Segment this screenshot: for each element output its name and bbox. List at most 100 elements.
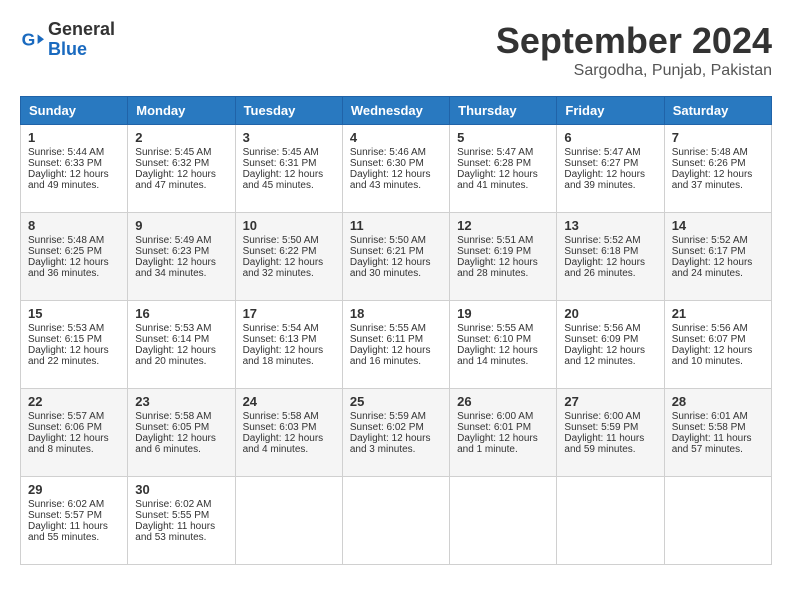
- calendar-cell: [342, 477, 449, 565]
- day-number: 23: [135, 394, 227, 409]
- day-number: 25: [350, 394, 442, 409]
- daylight-label: Daylight: 12 hours and 4 minutes.: [243, 433, 324, 455]
- sunset-text: Sunset: 6:01 PM: [457, 422, 531, 433]
- day-number: 21: [672, 306, 764, 321]
- calendar-cell: 2Sunrise: 5:45 AMSunset: 6:32 PMDaylight…: [128, 125, 235, 213]
- sunset-text: Sunset: 6:14 PM: [135, 334, 209, 345]
- daylight-label: Daylight: 12 hours and 36 minutes.: [28, 257, 109, 279]
- col-wednesday: Wednesday: [342, 97, 449, 125]
- calendar-row: 22Sunrise: 5:57 AMSunset: 6:06 PMDayligh…: [21, 389, 772, 477]
- daylight-label: Daylight: 12 hours and 43 minutes.: [350, 169, 431, 191]
- calendar-cell: 15Sunrise: 5:53 AMSunset: 6:15 PMDayligh…: [21, 301, 128, 389]
- day-number: 6: [564, 130, 656, 145]
- sunset-text: Sunset: 6:18 PM: [564, 246, 638, 257]
- daylight-label: Daylight: 12 hours and 22 minutes.: [28, 345, 109, 367]
- day-number: 29: [28, 482, 120, 497]
- logo: G General Blue: [20, 20, 115, 60]
- daylight-label: Daylight: 12 hours and 47 minutes.: [135, 169, 216, 191]
- calendar-cell: [664, 477, 771, 565]
- daylight-label: Daylight: 12 hours and 26 minutes.: [564, 257, 645, 279]
- calendar-cell: 9 Sunrise: 5:49 AMSunset: 6:23 PMDaylight…: [128, 213, 235, 301]
- logo-line2: Blue: [48, 40, 115, 60]
- day-number: 10: [243, 218, 335, 233]
- day-number: 7: [672, 130, 764, 145]
- sunrise-text: Sunrise: 5:46 AM: [350, 147, 426, 158]
- calendar-cell: 23Sunrise: 5:58 AMSunset: 6:05 PMDayligh…: [128, 389, 235, 477]
- sunrise-text: Sunrise: 5:52 AM: [672, 235, 748, 246]
- day-number: 28: [672, 394, 764, 409]
- day-number: 9: [135, 218, 227, 233]
- daylight-label: Daylight: 12 hours and 8 minutes.: [28, 433, 109, 455]
- day-number: 26: [457, 394, 549, 409]
- sunset-text: Sunset: 6:23 PM: [135, 246, 209, 257]
- daylight-label: Daylight: 12 hours and 18 minutes.: [243, 345, 324, 367]
- sunrise-text: Sunrise: 5:51 AM: [457, 235, 533, 246]
- sunset-text: Sunset: 6:03 PM: [243, 422, 317, 433]
- day-number: 13: [564, 218, 656, 233]
- col-friday: Friday: [557, 97, 664, 125]
- daylight-label: Daylight: 11 hours and 59 minutes.: [564, 433, 644, 455]
- sunrise-text: Sunrise: 5:56 AM: [564, 323, 640, 334]
- sunset-text: Sunset: 6:10 PM: [457, 334, 531, 345]
- svg-text:G: G: [22, 29, 36, 49]
- daylight-label: Daylight: 12 hours and 16 minutes.: [350, 345, 431, 367]
- day-number: 15: [28, 306, 120, 321]
- calendar-cell: 6Sunrise: 5:47 AMSunset: 6:27 PMDaylight…: [557, 125, 664, 213]
- daylight-label: Daylight: 12 hours and 6 minutes.: [135, 433, 216, 455]
- calendar-cell: 25Sunrise: 5:59 AMSunset: 6:02 PMDayligh…: [342, 389, 449, 477]
- calendar-cell: 12Sunrise: 5:51 AMSunset: 6:19 PMDayligh…: [450, 213, 557, 301]
- daylight-label: Daylight: 12 hours and 39 minutes.: [564, 169, 645, 191]
- col-thursday: Thursday: [450, 97, 557, 125]
- sunset-text: Sunset: 6:33 PM: [28, 158, 102, 169]
- calendar-cell: 1Sunrise: 5:44 AMSunset: 6:33 PMDaylight…: [21, 125, 128, 213]
- sunrise-text: Sunrise: 5:50 AM: [243, 235, 319, 246]
- daylight-label: Daylight: 12 hours and 14 minutes.: [457, 345, 538, 367]
- sunrise-text: Sunrise: 6:00 AM: [564, 411, 640, 422]
- day-number: 24: [243, 394, 335, 409]
- sunset-text: Sunset: 6:02 PM: [350, 422, 424, 433]
- calendar-cell: 17Sunrise: 5:54 AMSunset: 6:13 PMDayligh…: [235, 301, 342, 389]
- calendar-cell: 5Sunrise: 5:47 AMSunset: 6:28 PMDaylight…: [450, 125, 557, 213]
- location-title: Sargodha, Punjab, Pakistan: [496, 62, 772, 80]
- calendar-cell: 26Sunrise: 6:00 AMSunset: 6:01 PMDayligh…: [450, 389, 557, 477]
- sunset-text: Sunset: 6:13 PM: [243, 334, 317, 345]
- calendar-row: 15Sunrise: 5:53 AMSunset: 6:15 PMDayligh…: [21, 301, 772, 389]
- day-number: 19: [457, 306, 549, 321]
- sunrise-text: Sunrise: 5:49 AM: [135, 235, 211, 246]
- day-number: 20: [564, 306, 656, 321]
- calendar-cell: 10Sunrise: 5:50 AMSunset: 6:22 PMDayligh…: [235, 213, 342, 301]
- daylight-label: Daylight: 12 hours and 28 minutes.: [457, 257, 538, 279]
- daylight-label: Daylight: 11 hours and 57 minutes.: [672, 433, 752, 455]
- sunrise-text: Sunrise: 5:56 AM: [672, 323, 748, 334]
- sunrise-text: Sunrise: 5:47 AM: [457, 147, 533, 158]
- calendar-cell: 24Sunrise: 5:58 AMSunset: 6:03 PMDayligh…: [235, 389, 342, 477]
- calendar-cell: 29Sunrise: 6:02 AMSunset: 5:57 PMDayligh…: [21, 477, 128, 565]
- month-title: September 2024: [496, 20, 772, 62]
- sunset-text: Sunset: 5:59 PM: [564, 422, 638, 433]
- day-number: 8: [28, 218, 120, 233]
- sunrise-text: Sunrise: 5:58 AM: [135, 411, 211, 422]
- calendar-cell: 22Sunrise: 5:57 AMSunset: 6:06 PMDayligh…: [21, 389, 128, 477]
- calendar-cell: 21Sunrise: 5:56 AMSunset: 6:07 PMDayligh…: [664, 301, 771, 389]
- calendar-row: 29Sunrise: 6:02 AMSunset: 5:57 PMDayligh…: [21, 477, 772, 565]
- sunrise-text: Sunrise: 5:59 AM: [350, 411, 426, 422]
- sunset-text: Sunset: 6:11 PM: [350, 334, 423, 345]
- daylight-label: Daylight: 12 hours and 34 minutes.: [135, 257, 216, 279]
- calendar-row: 1Sunrise: 5:44 AMSunset: 6:33 PMDaylight…: [21, 125, 772, 213]
- sunrise-text: Sunrise: 5:44 AM: [28, 147, 104, 158]
- day-number: 4: [350, 130, 442, 145]
- sunrise-text: Sunrise: 5:45 AM: [243, 147, 319, 158]
- day-number: 12: [457, 218, 549, 233]
- header-row: Sunday Monday Tuesday Wednesday Thursday…: [21, 97, 772, 125]
- daylight-label: Daylight: 12 hours and 37 minutes.: [672, 169, 753, 191]
- sunset-text: Sunset: 6:28 PM: [457, 158, 531, 169]
- sunset-text: Sunset: 6:15 PM: [28, 334, 102, 345]
- col-sunday: Sunday: [21, 97, 128, 125]
- calendar-cell: 28Sunrise: 6:01 AMSunset: 5:58 PMDayligh…: [664, 389, 771, 477]
- day-number: 2: [135, 130, 227, 145]
- logo-line1: General: [48, 20, 115, 40]
- sunset-text: Sunset: 5:58 PM: [672, 422, 746, 433]
- day-number: 16: [135, 306, 227, 321]
- sunset-text: Sunset: 6:31 PM: [243, 158, 317, 169]
- sunrise-text: Sunrise: 5:48 AM: [672, 147, 748, 158]
